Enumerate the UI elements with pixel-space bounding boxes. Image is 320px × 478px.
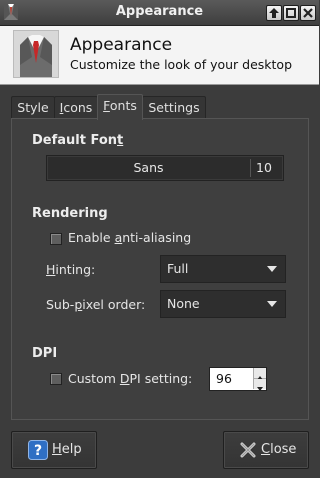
dpi-heading: DPI — [32, 346, 58, 361]
font-button-separator — [250, 159, 251, 177]
chevron-down-icon — [267, 301, 277, 307]
shade-button[interactable] — [266, 5, 282, 21]
header-subtitle: Customize the look of your desktop — [70, 57, 293, 72]
default-font-heading-mnemonic: t — [117, 133, 124, 148]
suit-icon — [13, 30, 59, 78]
hinting-label-post: inting: — [55, 262, 96, 277]
close-button[interactable]: Close — [223, 431, 309, 469]
close-mnemonic: C — [261, 442, 271, 457]
font-name: Sans — [133, 160, 164, 175]
subpixel-label-post: ixel order: — [82, 297, 146, 312]
default-font-heading-text: Default Fon — [32, 133, 118, 148]
rendering-heading: Rendering — [32, 206, 108, 221]
custom-dpi-label-mnemonic: D — [119, 371, 130, 386]
custom-dpi-label[interactable]: Custom DPI setting: — [68, 371, 192, 386]
dpi-decrement-button[interactable] — [253, 379, 266, 391]
help-button[interactable]: ? Help — [11, 431, 97, 469]
window-titlebar[interactable]: Appearance — [0, 0, 319, 26]
tab-fonts-label-rest: onts — [109, 98, 137, 113]
tab-fonts-mnemonic: F — [103, 98, 110, 113]
custom-dpi-label-pre: Custom — [68, 371, 120, 386]
dpi-value: 96 — [216, 371, 232, 386]
tab-style[interactable]: Style — [11, 96, 55, 119]
antialias-label[interactable]: Enable anti-aliasing — [68, 230, 191, 245]
svg-text:?: ? — [34, 443, 42, 459]
maximize-button[interactable] — [283, 5, 299, 21]
help-mnemonic: H — [52, 442, 62, 457]
custom-dpi-checkbox[interactable] — [50, 373, 62, 385]
close-window-button[interactable] — [300, 5, 316, 21]
help-label-rest: elp — [61, 442, 82, 457]
subpixel-label-pre: Sub- — [46, 297, 75, 312]
tab-icons[interactable]: Icons — [54, 96, 98, 119]
hinting-label: Hinting: — [46, 262, 95, 277]
subpixel-combo[interactable]: None — [160, 290, 286, 318]
hinting-label-mnemonic: H — [46, 262, 56, 277]
hinting-value: Full — [167, 261, 189, 276]
close-icon — [240, 442, 256, 458]
dpi-increment-button[interactable] — [253, 368, 266, 380]
subpixel-label: Sub-pixel order: — [46, 297, 145, 312]
fonts-page: Default Font Sans 10 Rendering Enable an… — [11, 118, 309, 420]
tab-style-label: Style — [17, 100, 49, 115]
help-button-label: Help — [52, 442, 82, 457]
tab-icons-label-rest: cons — [63, 100, 93, 115]
tab-settings-label: Settings — [148, 100, 200, 115]
dialog-header: Appearance Customize the look of your de… — [0, 26, 319, 85]
tab-settings[interactable]: Settings — [142, 96, 206, 119]
help-icon: ? — [28, 440, 48, 460]
chevron-down-icon — [267, 266, 277, 272]
antialias-label-post: nti-aliasing — [122, 230, 192, 245]
dpi-spinbutton[interactable]: 96 — [209, 367, 267, 391]
chevron-down-icon — [257, 387, 263, 391]
close-button-label: Close — [261, 442, 296, 457]
tab-fonts[interactable]: Fonts — [97, 94, 143, 120]
up-arrow-icon — [269, 8, 279, 18]
antialias-label-pre: Enable — [68, 230, 115, 245]
antialias-checkbox[interactable] — [50, 233, 62, 245]
custom-dpi-label-post: PI setting: — [129, 371, 193, 386]
default-font-heading: Default Font — [32, 133, 123, 148]
hinting-combo[interactable]: Full — [160, 255, 286, 283]
close-icon — [303, 8, 313, 18]
close-label-rest: lose — [270, 442, 297, 457]
font-size: 10 — [256, 160, 272, 175]
header-title: Appearance — [70, 35, 173, 55]
default-font-button[interactable]: Sans 10 — [46, 155, 284, 181]
subpixel-value: None — [167, 296, 200, 311]
maximize-icon — [286, 8, 296, 18]
